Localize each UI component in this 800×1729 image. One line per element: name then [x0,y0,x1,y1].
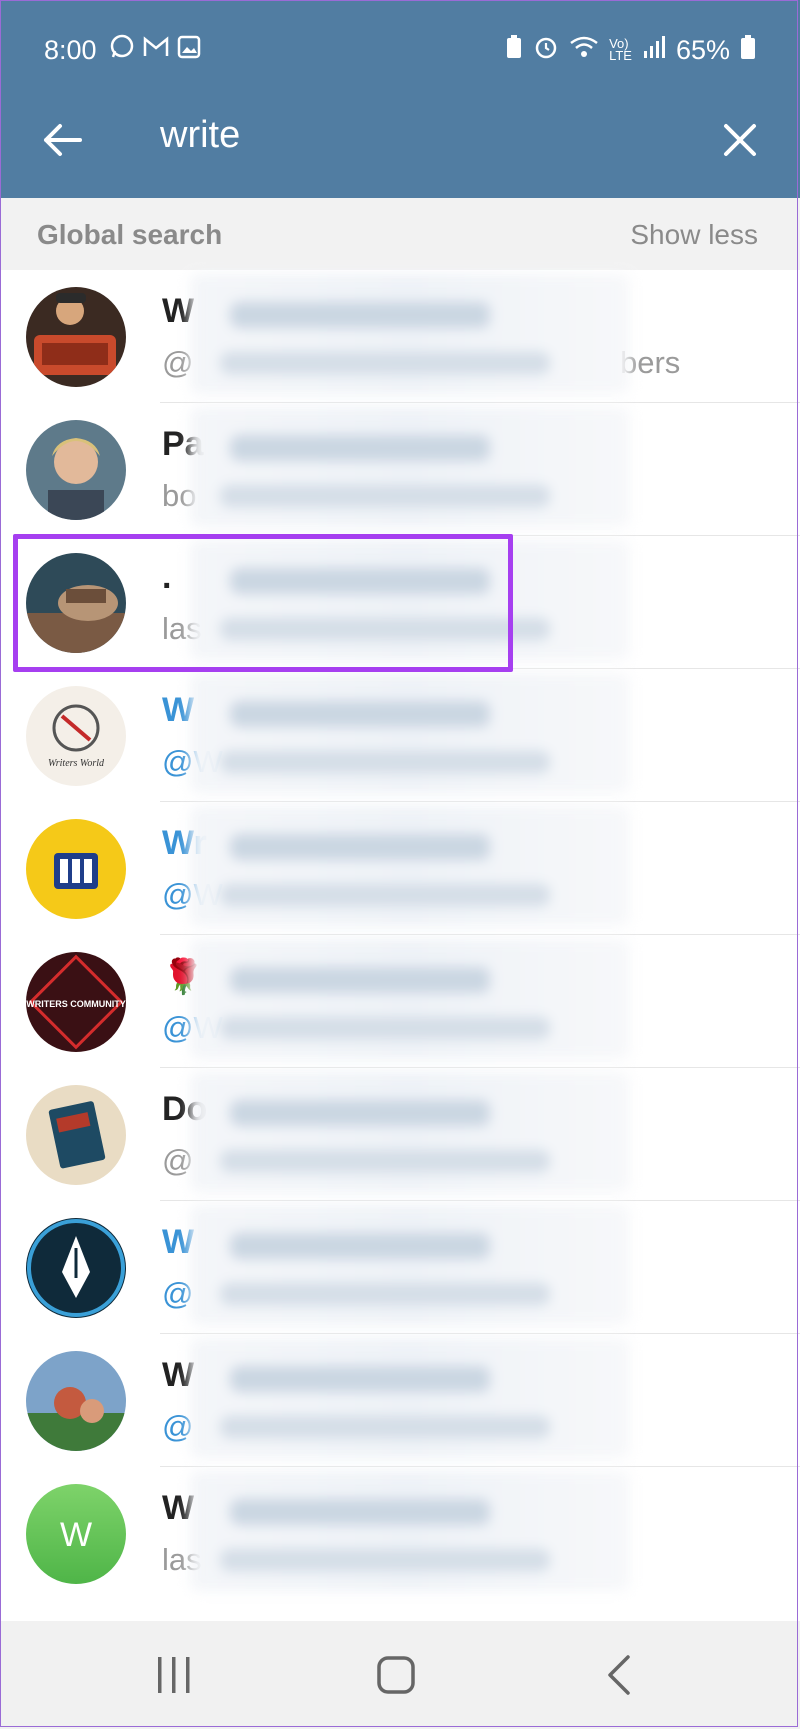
show-less-button[interactable]: Show less [630,219,758,251]
redaction-blur [190,806,630,926]
avatar [26,1351,126,1451]
result-subtitle: @ bers [162,345,680,381]
avatar-text: Writers World [48,758,105,769]
back-arrow-icon[interactable] [40,118,84,162]
avatar: Writers World [26,686,126,786]
result-subtitle: @ [162,1276,194,1311]
whatsapp-icon [109,34,135,66]
redaction-blur [190,1338,630,1458]
app-header: 8:00 Vo) LTE 65% write [0,0,800,198]
search-results-list: W @bers Pa bo . las Writers World W @W [0,270,800,1600]
close-icon[interactable] [718,118,762,162]
avatar [26,1218,126,1318]
back-nav-icon[interactable] [590,1649,650,1701]
gmail-icon [143,36,169,64]
list-item[interactable]: W W las [0,1467,800,1600]
list-item[interactable]: Pa bo [0,403,800,536]
redaction-blur [190,274,630,394]
avatar [26,420,126,520]
volte-icon: Vo) LTE [609,36,632,63]
avatar [26,1085,126,1185]
battery-percent: 65% [675,34,730,65]
result-subtitle-text: @ [162,345,194,380]
global-search-header: Global search Show less [0,198,800,270]
search-input[interactable]: write [160,114,240,157]
redaction-blur [190,407,630,527]
redaction-blur [190,939,630,1059]
redaction-blur [190,1205,630,1325]
avatar-text: WRITERS COMMUNITY [26,999,126,1009]
alarm-icon [533,34,559,66]
avatar: W [26,1484,126,1584]
battery-icon [740,34,756,66]
result-subtitle: @ [162,1409,194,1444]
list-item[interactable]: W @ [0,1334,800,1467]
avatar-letter: W [60,1516,92,1554]
section-title: Global search [37,219,223,250]
list-item[interactable]: W @ bers [0,270,800,403]
status-bar: 8:00 Vo) LTE 65% [44,30,756,70]
wifi-icon [569,35,599,65]
redaction-blur [190,673,630,793]
system-nav-bar [0,1621,800,1729]
avatar: WRITERS COMMUNITY [26,952,126,1052]
redaction-blur [190,1072,630,1192]
list-item[interactable]: Writers World W @W [0,669,800,802]
list-item[interactable]: WRITERS COMMUNITY 🌹 @W [0,935,800,1068]
recent-apps-icon[interactable] [144,1649,204,1701]
list-item[interactable]: Wr @W [0,802,800,935]
signal-icon [642,35,666,65]
status-right: Vo) LTE 65% [505,34,756,66]
search-toolbar: write [0,100,800,180]
avatar [26,287,126,387]
gallery-icon [177,35,201,65]
avatar [26,819,126,919]
status-time: 8:00 [44,34,97,65]
result-subtitle: @ [162,1143,194,1178]
battery-saver-icon [505,35,523,65]
selection-highlight [13,534,513,672]
home-icon[interactable] [366,1649,426,1701]
list-item[interactable]: Do @ [0,1068,800,1201]
redaction-blur [190,1471,630,1591]
list-item[interactable]: W @ [0,1201,800,1334]
